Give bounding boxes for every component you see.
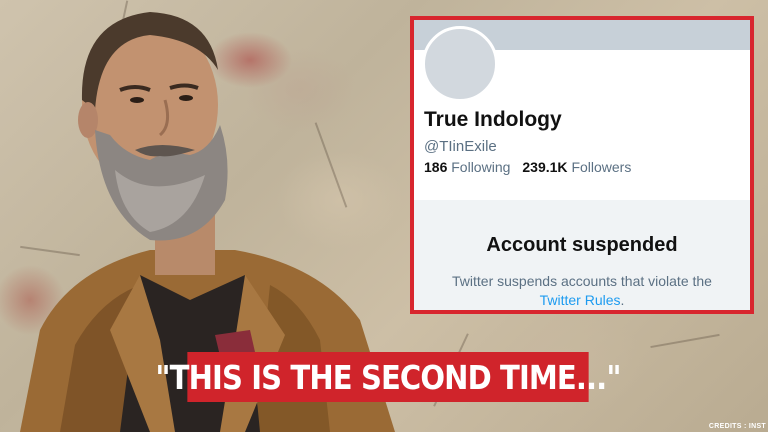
followers-stat[interactable]: 239.1K Followers: [522, 159, 631, 175]
followers-label: Followers: [571, 159, 632, 175]
image-credits: CREDITS : INST: [708, 423, 766, 430]
following-label: Following: [451, 159, 511, 175]
tweet-profile-card: True Indology @TIinExile 186 Following 23…: [410, 16, 754, 314]
profile-stats: 186 Following 239.1K Followers: [424, 159, 631, 175]
followers-count: 239.1K: [522, 159, 568, 175]
profile-name: True Indology: [424, 108, 562, 131]
suspension-message: Twitter suspends accounts that violate t…: [414, 272, 750, 310]
twitter-rules-link[interactable]: Twitter Rules: [540, 292, 621, 308]
headline-caption: "THIS IS THE SECOND TIME...": [155, 352, 621, 402]
profile-avatar[interactable]: [422, 26, 498, 102]
suspension-title: Account suspended: [486, 234, 678, 256]
following-stat[interactable]: 186 Following: [424, 159, 510, 175]
suspension-message-text: Twitter suspends accounts that violate t…: [452, 273, 712, 289]
following-count: 186: [424, 159, 448, 175]
profile-handle: @TIinExile: [424, 138, 497, 155]
suspension-message-suffix: .: [620, 292, 625, 308]
